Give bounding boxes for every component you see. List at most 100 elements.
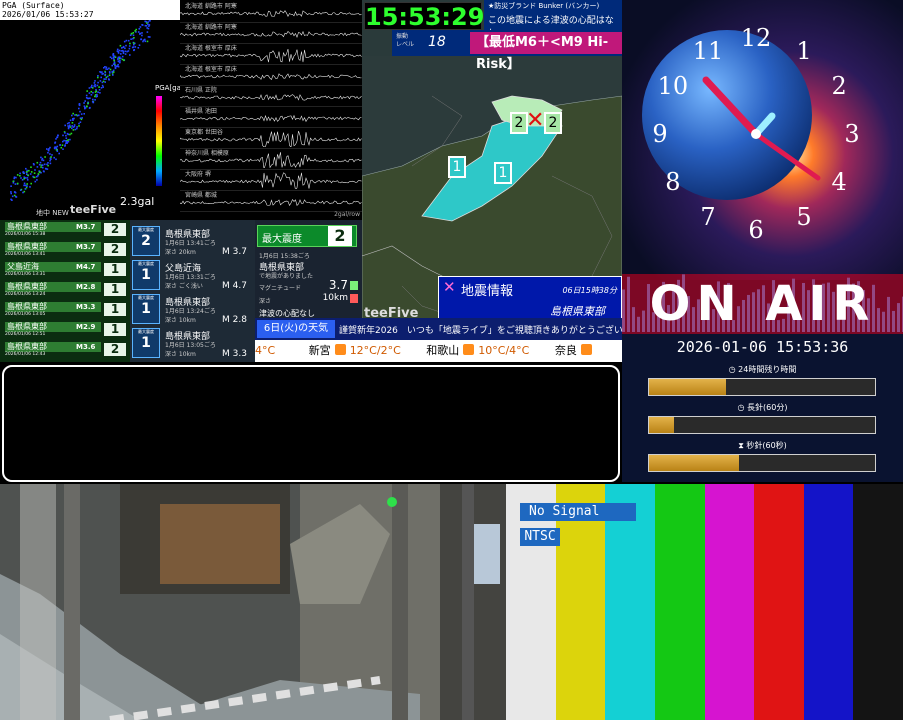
quake-intensity: 1: [104, 323, 126, 336]
waveform-row: 大阪府 堺: [180, 168, 362, 191]
depth-indicator: [350, 294, 358, 303]
color-bar: [853, 484, 903, 720]
clock-numeral: 5: [796, 203, 811, 231]
earthquake-list-item: 島根県東部 2026/01/06 13:05 M3.3 1: [2, 302, 130, 317]
clock-datetime: 2026-01-06 15:53:36: [676, 338, 849, 356]
max-intensity-header: 最大震度 2: [257, 225, 357, 247]
timer-fill: [649, 379, 726, 395]
earthquake-list-item: 父島近海 2026/01/06 13:31 M4.7 1: [2, 262, 130, 277]
quake-magnitude: M3.3: [76, 303, 96, 311]
magnitude-label: マグニチュード: [259, 285, 302, 292]
clock-numeral: 2: [831, 72, 846, 100]
waveform-unit: 2gal/row: [334, 211, 360, 218]
timer-fill: [649, 455, 740, 471]
earthquake-list-item: 島根県東部 2026/01/06 12:43 M3.6 2: [2, 342, 130, 357]
live-camera-feed: [0, 484, 506, 720]
quake-magnitude: M3.6: [76, 343, 96, 351]
timer-label: ◷ 24時間残り時間: [728, 365, 797, 374]
waveform-station-label: 北海道 根室市 厚床: [185, 66, 237, 73]
quake-datetime: 1月6日 13:24ごろ: [165, 308, 216, 315]
quake-datetime: 2026/01/06 13:31: [5, 272, 46, 277]
earthquake-detail-list: 最大震度 2 島根県東部 1月6日 13:41ごろ 深さ 20km M 3.7 最大震度 1 父…: [130, 220, 255, 362]
intensity-badge-value: 1: [141, 267, 151, 283]
quake-datetime: 2026/01/06 15:38: [5, 232, 46, 237]
quake-intensity: 1: [104, 303, 126, 316]
pga-panel: PGA (Surface) 2026/01/06 15:53:27 PGA[ga…: [0, 0, 180, 220]
vibration-level-label: 振動 レベル: [396, 33, 415, 48]
waveform-row: 北海道 根室市 厚床: [180, 63, 362, 86]
analog-clock-panel: 12 1 2 3 4 5 6 7 8 9 10 11 ON AIR 2026-01-06 15:53:…: [622, 0, 903, 482]
quake-info-title: 地震情報: [461, 284, 514, 299]
sponsor-title: ★防災ブランド Bunker (バンカー): [488, 2, 600, 10]
quake-info-box: ✕ 地震情報 06日15時38分 島根県東部: [438, 276, 622, 320]
pga-color-scale: [156, 96, 162, 186]
quake-magnitude: M 3.3: [222, 349, 247, 359]
magnitude-indicator: [350, 281, 358, 290]
clock-numeral: 9: [652, 120, 667, 148]
clock-center: [751, 129, 761, 139]
waveform-station-label: 宮崎県 都城: [185, 192, 217, 199]
waveform-station-label: 石川県 正院: [185, 87, 217, 94]
color-bar: [754, 484, 805, 720]
analog-clock: 12 12 3 45 6 78 9 1011: [652, 24, 859, 244]
sun-icon: [580, 344, 592, 355]
ticker-message: 謹賀新年2026 いつも「地震ライブ」をご視聴頂きありがとうございます!: [339, 326, 645, 336]
hour-hand: [702, 76, 760, 138]
earthquake-list-item: 島根県東部 2026/01/06 12:51 M2.9 1: [2, 322, 130, 337]
intensity-badge-value: 1: [141, 301, 151, 317]
intensity-badge: 最大震度 2: [132, 226, 160, 256]
earthquake-detail-item: 最大震度 1 父島近海 1月6日 13:31ごろ 深さ ごく浅い M 4.7: [132, 258, 254, 291]
quake-magnitude: M3.7: [76, 243, 96, 251]
quake-depth: 深さ 20km: [165, 249, 196, 256]
quake-depth: 深さ 10km: [165, 351, 196, 358]
color-bar: [654, 484, 705, 720]
clock-numeral: 12: [741, 24, 772, 52]
quake-datetime: 1月6日 13:31ごろ: [165, 274, 216, 281]
waveform-station-label: 神奈川県 相模原: [185, 150, 229, 157]
quake-depth: 深さ ごく浅い: [165, 283, 203, 290]
quake-datetime: 2026/01/06 13:41: [5, 252, 46, 257]
timer-label: ⧗ 秒針(60秒): [738, 441, 787, 450]
clock-numeral: 3: [844, 120, 859, 148]
waveform-station-label: 大阪府 堺: [185, 171, 211, 178]
weather-date-tag: 6日(火)の天気: [257, 320, 335, 338]
waveform-station-label: 北海道 釧路市 阿寒: [185, 3, 237, 10]
waveform-row: 北海道 釧路市 阿寒: [180, 21, 362, 44]
clock-numeral: 11: [693, 37, 724, 65]
waveform-row: 石川県 正院: [180, 84, 362, 107]
area-intensity-marker: 1: [494, 162, 512, 184]
quake-intensity: 1: [104, 283, 126, 296]
digital-clock-time: 15:53:29: [365, 3, 485, 31]
quake-magnitude: M 3.7: [222, 247, 247, 257]
weather-temp: 4°C: [255, 344, 276, 357]
color-bar: [803, 484, 854, 720]
clock-numeral: 7: [700, 203, 715, 231]
weather-temp: 10°C/4°C: [478, 344, 530, 357]
weather-temp: 12°C/2°C: [349, 344, 401, 357]
weather-city: 奈良: [554, 344, 577, 357]
pga-scale-title: PGA[gal]: [155, 84, 180, 92]
earthquake-detail-item: 最大震度 1 島根県東部 1月6日 13:24ごろ 深さ 10km M 2.8: [132, 292, 254, 325]
quake-magnitude: M2.8: [76, 283, 96, 291]
quake-region-sub: で地震がありました: [259, 273, 314, 280]
quake-info-region: 島根県東部: [550, 305, 605, 318]
max-intensity-panel: 最大震度 2 1月6日 15:38ごろ 島根県東部 で地震がありました マグニチ…: [255, 220, 362, 318]
timer-bar-second: [648, 454, 876, 472]
vibration-level-row: 振動 レベル 18 【最低M6＋<M9 Hi-Risk】: [392, 30, 622, 72]
waveform-row: 北海道 根室市 厚床: [180, 42, 362, 65]
intensity-badge: 最大震度 1: [132, 260, 160, 290]
waveform-station-label: 北海道 釧路市 阿寒: [185, 24, 237, 31]
sponsor-banner: ★防災ブランド Bunker (バンカー) この地震による津波の心配はなし: [484, 0, 622, 39]
earthquake-list-item: 島根県東部 2026/01/06 15:38 M3.7 2: [2, 222, 130, 237]
weather-forecast-row: 4°C 新宮 12°C/2°C 和歌山 10°C/4°C 奈良: [255, 340, 622, 362]
quake-depth: 深さ 10km: [165, 317, 196, 324]
clock-numeral: 6: [748, 216, 763, 244]
quake-datetime: 2026/01/06 12:51: [5, 332, 46, 337]
intensity-badge-value: 1: [141, 335, 151, 351]
quake-magnitude: M3.7: [76, 223, 96, 231]
quake-info-time: 06日15時38分: [562, 286, 617, 295]
second-hand: [753, 131, 821, 181]
brand-logo: teeFive: [70, 203, 117, 216]
clock-icon: ◷: [737, 403, 748, 412]
timer-fill: [649, 417, 674, 433]
